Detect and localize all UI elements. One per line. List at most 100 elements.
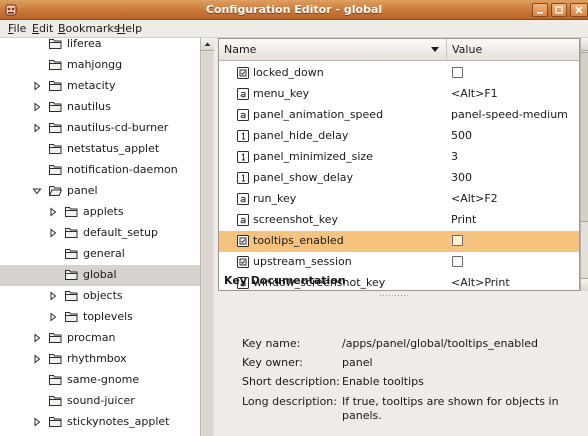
- string-key-icon: [237, 193, 249, 205]
- key-row-screenshot_key[interactable]: screenshot_key Print: [219, 210, 579, 231]
- expander-closed-icon[interactable]: [32, 81, 42, 91]
- tree-item-notification-daemon[interactable]: notification-daemon: [0, 160, 200, 181]
- folder-icon: [49, 333, 62, 343]
- tree-item-metacity[interactable]: metacity: [0, 76, 200, 97]
- key-row-panel_show_delay[interactable]: panel_show_delay 300: [219, 168, 579, 189]
- key-value[interactable]: 300: [451, 171, 472, 184]
- expander-closed-icon[interactable]: [32, 123, 42, 133]
- expander-closed-icon[interactable]: [32, 102, 42, 112]
- tree-item-label: general: [83, 247, 125, 260]
- doc-key-name-label: Key name:: [242, 337, 301, 350]
- tree-item-label: metacity: [67, 79, 116, 92]
- menu-bookmarks-mnemonic: B: [58, 22, 66, 35]
- tree-item-nautilus[interactable]: nautilus: [0, 97, 200, 118]
- menubar: File Edit Bookmarks Help: [0, 20, 588, 38]
- doc-short-description-label: Short description:: [242, 375, 340, 388]
- key-name: tooltips_enabled: [253, 234, 344, 247]
- expander-closed-icon[interactable]: [48, 312, 58, 322]
- expander-open-icon[interactable]: [32, 186, 42, 196]
- key-row-upstream_session[interactable]: upstream_session: [219, 252, 579, 273]
- maximize-button[interactable]: [551, 3, 567, 17]
- key-value-checkbox[interactable]: [452, 256, 463, 267]
- key-value-checkbox[interactable]: [452, 235, 463, 246]
- column-header-name[interactable]: Name: [219, 39, 447, 61]
- tree-scroll-up-button[interactable]: [201, 38, 214, 51]
- key-value-checkbox[interactable]: [452, 67, 463, 78]
- expander-closed-icon[interactable]: [32, 333, 42, 343]
- tree-item-applets[interactable]: applets: [0, 202, 200, 223]
- column-header-value[interactable]: Value: [447, 39, 579, 61]
- key-value[interactable]: 500: [451, 129, 472, 142]
- menu-edit[interactable]: Edit: [32, 22, 53, 35]
- tree-item-procman[interactable]: procman: [0, 328, 200, 349]
- menu-help[interactable]: Help: [117, 22, 142, 35]
- key-list-header: Name Value: [219, 39, 579, 61]
- string-key-icon: [237, 109, 249, 121]
- key-row-run_key[interactable]: run_key <Alt>F2: [219, 189, 579, 210]
- expander-closed-icon[interactable]: [48, 291, 58, 301]
- tree-scrollbar[interactable]: [200, 38, 214, 436]
- tree-item-label: notification-daemon: [67, 163, 178, 176]
- key-value[interactable]: <Alt>F2: [451, 192, 498, 205]
- tree-item-label: procman: [67, 331, 116, 344]
- expander-closed-icon[interactable]: [48, 207, 58, 217]
- tree-item-default_setup[interactable]: default_setup: [0, 223, 200, 244]
- minimize-button[interactable]: [532, 3, 548, 17]
- window-titlebar[interactable]: Configuration Editor - global: [0, 0, 588, 20]
- menu-file[interactable]: File: [8, 22, 26, 35]
- tree-scroll-thumb[interactable]: [202, 52, 213, 436]
- key-row-menu_key[interactable]: menu_key <Alt>F1: [219, 84, 579, 105]
- tree-item-objects[interactable]: objects: [0, 286, 200, 307]
- key-row-panel_minimized_size[interactable]: panel_minimized_size 3: [219, 147, 579, 168]
- key-value[interactable]: Print: [451, 213, 476, 226]
- close-button[interactable]: [570, 3, 588, 17]
- tree-item-label: netstatus_applet: [67, 142, 160, 155]
- maximize-icon: [555, 6, 563, 14]
- key-value[interactable]: 3: [451, 150, 458, 163]
- key-row-panel_hide_delay[interactable]: panel_hide_delay 500: [219, 126, 579, 147]
- tree-item-label: global: [83, 268, 117, 281]
- tree-item-panel[interactable]: panel: [0, 181, 200, 202]
- string-key-icon: [237, 88, 249, 100]
- menu-bookmarks[interactable]: Bookmarks: [58, 22, 119, 35]
- tree-item-netstatus_applet[interactable]: netstatus_applet: [0, 139, 200, 160]
- tree-item-label: stickynotes_applet: [67, 415, 170, 428]
- key-list[interactable]: Name Value locked_down menu_key <Alt>F1 pan…: [218, 38, 580, 291]
- key-value[interactable]: <Alt>F1: [451, 87, 498, 100]
- directory-tree[interactable]: liferea mahjongg metacity nautilus nautilus-…: [0, 38, 200, 436]
- expander-closed-icon[interactable]: [48, 228, 58, 238]
- tree-item-general[interactable]: general: [0, 244, 200, 265]
- doc-short-description-value: Enable tooltips: [342, 375, 424, 388]
- doc-key-owner-value: panel: [342, 356, 373, 369]
- doc-key-owner-label: Key owner:: [242, 356, 303, 369]
- list-scroll-up-button[interactable]: [581, 38, 588, 51]
- tree-item-same-gnome[interactable]: same-gnome: [0, 370, 200, 391]
- sort-descending-icon: [431, 47, 439, 52]
- folder-icon: [49, 81, 62, 91]
- tree-item-mahjongg[interactable]: mahjongg: [0, 55, 200, 76]
- tree-item-nautilus-cd-burner[interactable]: nautilus-cd-burner: [0, 118, 200, 139]
- tree-item-stickynotes_applet[interactable]: stickynotes_applet: [0, 412, 200, 433]
- tree-item-liferea[interactable]: liferea: [0, 38, 200, 55]
- tree-item-sound-juicer[interactable]: sound-juicer: [0, 391, 200, 412]
- list-scrollbar[interactable]: [580, 38, 588, 291]
- folder-icon: [49, 102, 62, 112]
- list-scroll-thumb[interactable]: [581, 52, 588, 222]
- doc-key-name-value: /apps/panel/global/tooltips_enabled: [342, 337, 539, 350]
- key-row-panel_animation_speed[interactable]: panel_animation_speed panel-speed-medium: [219, 105, 579, 126]
- expander-closed-icon[interactable]: [32, 417, 42, 427]
- key-value[interactable]: panel-speed-medium: [451, 108, 568, 121]
- key-value[interactable]: <Alt>Print: [451, 276, 510, 289]
- key-name: locked_down: [253, 66, 324, 79]
- pane-resize-handle[interactable]: [380, 294, 410, 297]
- tree-item-rhythmbox[interactable]: rhythmbox: [0, 349, 200, 370]
- key-row-locked_down[interactable]: locked_down: [219, 63, 579, 84]
- tree-item-label: nautilus-cd-burner: [67, 121, 169, 134]
- tree-item-global[interactable]: global: [0, 265, 200, 286]
- key-row-tooltips_enabled[interactable]: tooltips_enabled: [219, 231, 579, 252]
- arrow-up-icon: [204, 42, 211, 46]
- tree-item-toplevels[interactable]: toplevels: [0, 307, 200, 328]
- folder-icon: [65, 207, 78, 217]
- expander-closed-icon[interactable]: [32, 354, 42, 364]
- list-scroll-down-button[interactable]: [581, 278, 588, 291]
